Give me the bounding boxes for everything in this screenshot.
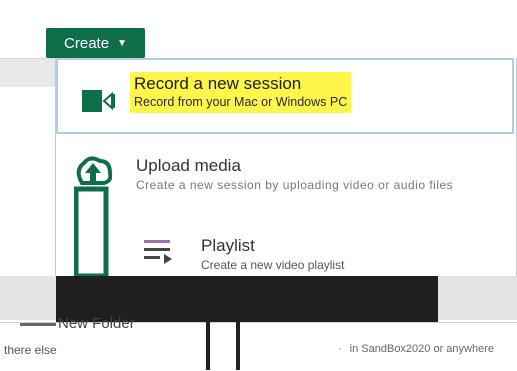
menu-item-title: Record a new session [134, 74, 302, 93]
video-camera-icon [82, 90, 115, 112]
menu-item-playlist[interactable]: Playlist Create a new video playlist [56, 228, 514, 276]
page-toolbar-strip [0, 58, 55, 87]
menu-item-record-session[interactable]: Record a new session Record from your Ma… [56, 58, 514, 134]
footer-right-label: in SandBox2020 or anywhere [349, 343, 494, 355]
create-button-label: Create [64, 34, 110, 52]
footer-right-text: · in SandBox2020 or anywhere [338, 343, 494, 355]
menu-item-subtitle: Record from your Mac or Windows PC [134, 95, 348, 109]
chevron-down-icon: ▼ [117, 37, 127, 49]
footer-left-text: there else [4, 343, 57, 357]
page-top-band [0, 0, 517, 30]
create-menu: Record a new session Record from your Ma… [55, 58, 517, 276]
menu-item-title: Playlist [201, 236, 255, 255]
page-divider [206, 322, 210, 370]
menu-item-subtitle: Create a new session by uploading video … [136, 178, 454, 192]
page-dash [20, 323, 56, 326]
upload-cloud-icon [74, 156, 112, 276]
playlist-icon [144, 240, 172, 264]
record-text-highlight: Record a new session Record from your Ma… [130, 72, 352, 113]
create-button[interactable]: Create ▼ [46, 28, 145, 58]
menu-item-upload-media[interactable]: Upload media Create a new session by upl… [56, 146, 514, 206]
new-folder-link[interactable]: New Folder [58, 315, 135, 332]
page-divider [236, 322, 240, 370]
menu-item-subtitle: Create a new video playlist [201, 258, 345, 272]
menu-item-title: Upload media [136, 156, 241, 175]
